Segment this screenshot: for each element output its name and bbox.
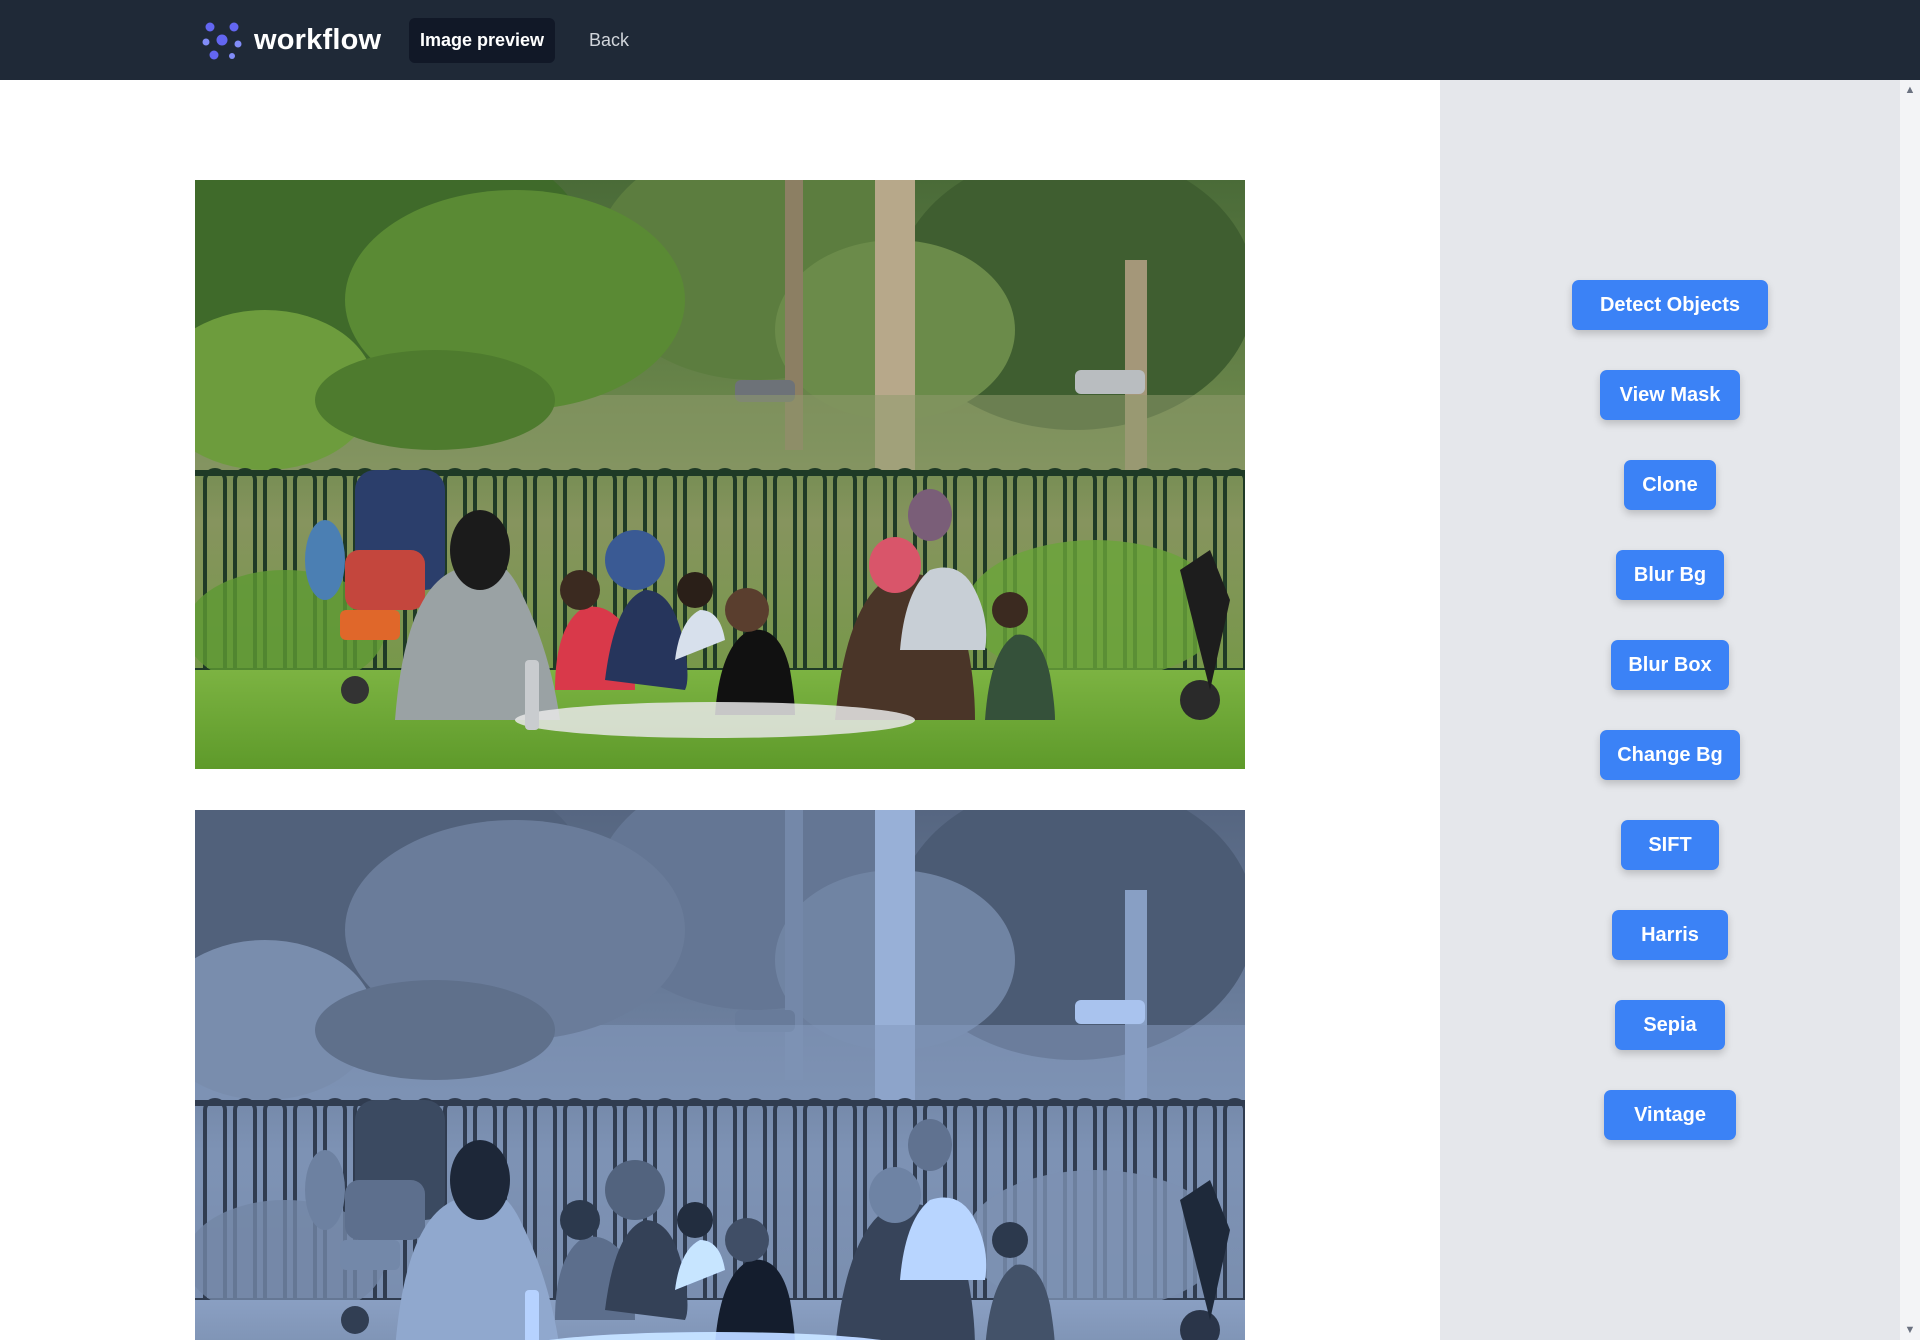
workflow-logo-icon — [202, 22, 242, 60]
logo[interactable]: workflow — [200, 18, 381, 62]
tools-sidebar: Detect Objects View Mask Clone Blur Bg B… — [1440, 80, 1900, 1340]
logo-text: workflow — [254, 23, 382, 56]
chevron-down-icon[interactable]: ▼ — [1900, 1320, 1920, 1340]
original-image — [195, 180, 1245, 769]
top-navbar: workflow Image preview Back — [0, 0, 1920, 80]
blur-box-button[interactable]: Blur Box — [1611, 640, 1729, 690]
blur-bg-button[interactable]: Blur Bg — [1616, 550, 1724, 600]
change-bg-button[interactable]: Change Bg — [1600, 730, 1740, 780]
processed-image — [195, 810, 1245, 1340]
vintage-button[interactable]: Vintage — [1604, 1090, 1736, 1140]
view-mask-button[interactable]: View Mask — [1600, 370, 1740, 420]
nav-back-link[interactable]: Back — [575, 18, 643, 63]
chevron-up-icon[interactable]: ▲ — [1900, 80, 1920, 100]
original-image-graphic — [195, 180, 1245, 769]
harris-button[interactable]: Harris — [1612, 910, 1728, 960]
sepia-button[interactable]: Sepia — [1615, 1000, 1725, 1050]
sift-button[interactable]: SIFT — [1621, 820, 1719, 870]
page-scrollbar[interactable]: ▲ ▼ — [1900, 80, 1920, 1340]
nav-image-preview[interactable]: Image preview — [409, 18, 555, 63]
processed-image-graphic — [195, 810, 1245, 1340]
detect-objects-button[interactable]: Detect Objects — [1572, 280, 1768, 330]
clone-button[interactable]: Clone — [1624, 460, 1716, 510]
main-content — [0, 80, 1440, 1340]
